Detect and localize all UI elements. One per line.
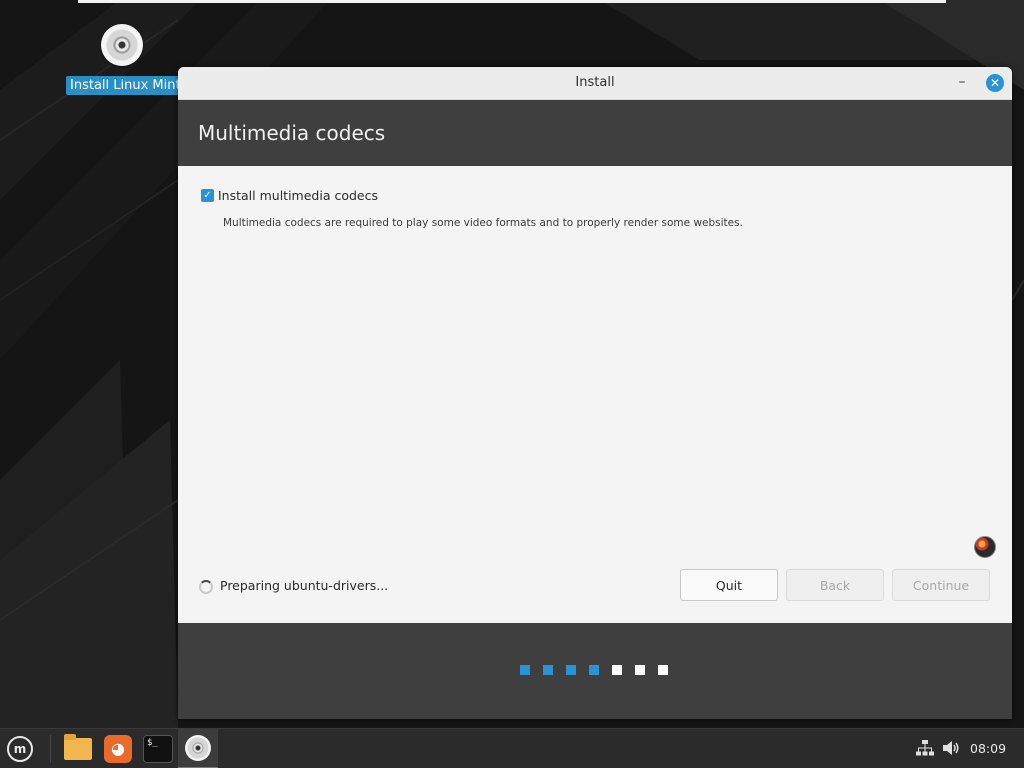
clock[interactable]: 08:09	[970, 741, 1006, 756]
progress-step-2	[543, 665, 553, 675]
progress-step-3	[566, 665, 576, 675]
quit-button[interactable]: Quit	[680, 569, 778, 601]
progress-indicator	[520, 665, 681, 675]
taskbar-separator	[50, 735, 51, 763]
continue-button[interactable]: Continue	[892, 569, 990, 601]
progress-step-6	[635, 665, 645, 675]
menu-button[interactable]: m	[4, 733, 36, 765]
network-icon[interactable]	[916, 740, 934, 756]
desktop-icon-install-linux-mint[interactable]: Install Linux Mint	[66, 24, 185, 95]
linux-mint-menu-icon: m	[7, 736, 33, 762]
disc-icon	[185, 735, 211, 761]
close-button[interactable]: ✕	[986, 74, 1004, 92]
page-title: Multimedia codecs	[198, 121, 386, 145]
taskbar: m ◕ $_ 08:09	[0, 728, 1024, 768]
progress-step-1	[520, 665, 530, 675]
codecs-checkbox-label[interactable]: Install multimedia codecs	[218, 188, 378, 203]
status-text: Preparing ubuntu-drivers...	[220, 578, 389, 593]
codecs-description: Multimedia codecs are required to play s…	[223, 217, 743, 229]
minimize-button[interactable]: –	[952, 73, 972, 93]
firefox-icon: ◕	[104, 735, 132, 763]
codecs-checkbox[interactable]: ✓	[201, 189, 214, 202]
progress-step-4	[589, 665, 599, 675]
folder-icon	[64, 734, 92, 760]
window-titlebar[interactable]: Install – ✕	[178, 67, 1012, 100]
header-band: Multimedia codecs	[178, 100, 1012, 166]
back-button[interactable]: Back	[786, 569, 884, 601]
terminal-launcher[interactable]: $_	[142, 733, 174, 765]
footer-band	[178, 623, 1012, 719]
volume-icon[interactable]	[942, 739, 960, 757]
terminal-icon: $_	[143, 735, 173, 763]
files-launcher[interactable]	[62, 733, 94, 765]
installer-window: Install – ✕ Multimedia codecs ✓ Install …	[178, 67, 1012, 719]
top-strip	[78, 0, 946, 3]
content-area: ✓ Install multimedia codecs Multimedia c…	[178, 166, 1012, 623]
spinner-icon	[199, 580, 213, 594]
installer-task-button[interactable]	[178, 729, 218, 768]
desktop: Install Linux Mint Install – ✕ Multimedi…	[0, 0, 1024, 768]
codecs-checkbox-row[interactable]: ✓ Install multimedia codecs	[201, 188, 378, 203]
firefox-launcher[interactable]: ◕	[102, 733, 134, 765]
linux-mint-logo-icon	[974, 536, 996, 558]
disc-icon	[101, 24, 143, 66]
desktop-icon-label: Install Linux Mint	[66, 76, 185, 95]
progress-step-7	[658, 665, 668, 675]
progress-step-5	[612, 665, 622, 675]
window-title: Install	[575, 75, 615, 90]
